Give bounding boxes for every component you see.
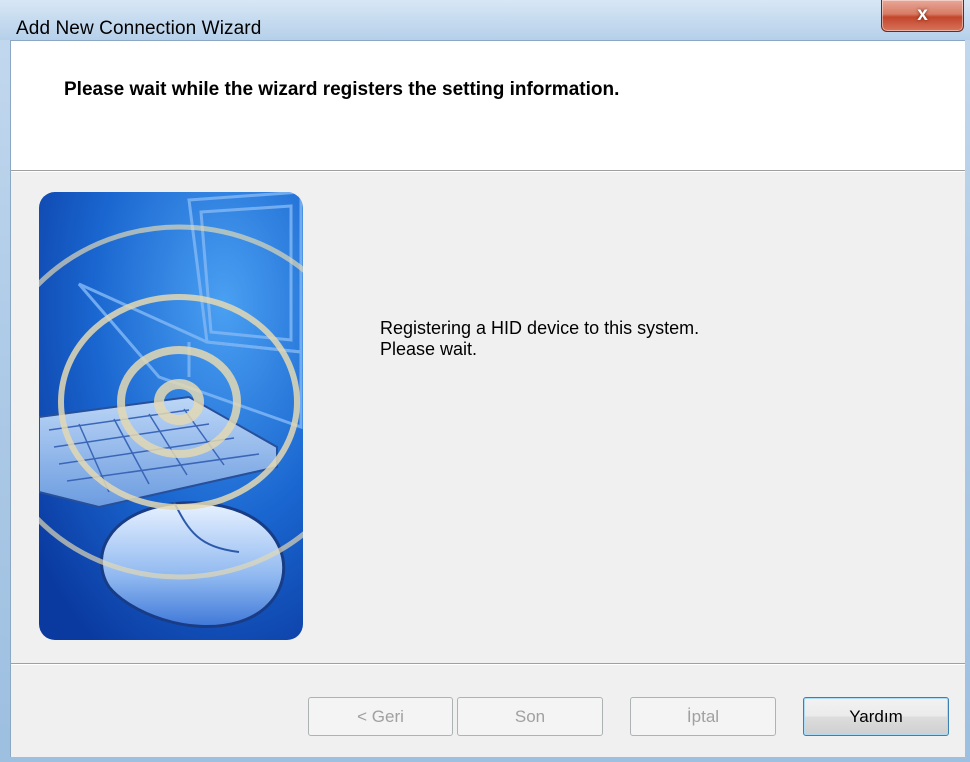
wireless-devices-illustration [39,192,303,640]
wizard-window: Add New Connection Wizard x Please wait … [0,0,970,762]
status-message: Registering a HID device to this system.… [380,318,699,360]
finish-button[interactable]: Son [457,697,603,736]
status-message-line2: Please wait. [380,339,478,359]
wizard-illustration [39,192,303,640]
dialog-client-area: Please wait while the wizard registers t… [10,40,965,757]
wizard-header: Please wait while the wizard registers t… [11,41,965,170]
back-button[interactable]: < Geri [308,697,453,736]
cancel-button[interactable]: İptal [630,697,776,736]
title-bar[interactable]: Add New Connection Wizard x [0,0,970,40]
status-message-line1: Registering a HID device to this system. [380,318,700,338]
close-button[interactable]: x [881,0,964,32]
help-button[interactable]: Yardım [803,697,949,736]
footer-divider [11,663,965,665]
header-divider [11,170,965,172]
window-title: Add New Connection Wizard [16,18,262,39]
wizard-header-title: Please wait while the wizard registers t… [64,79,620,100]
close-icon: x [917,4,928,25]
